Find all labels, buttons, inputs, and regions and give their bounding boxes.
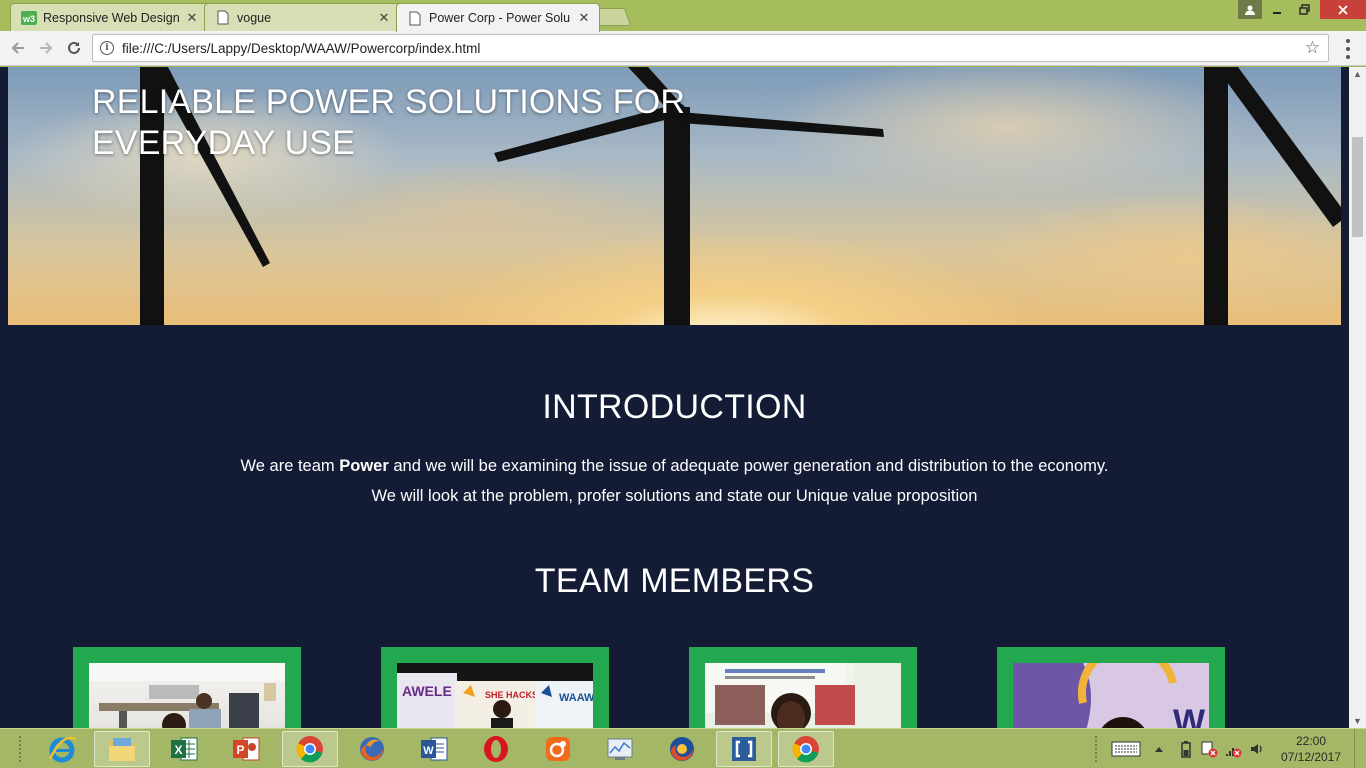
hero-banner: RELIABLE POWER SOLUTIONS FOR EVERYDAY US… [8,67,1341,325]
close-window-button[interactable] [1320,0,1366,19]
tray-gripper [1094,735,1098,763]
uc-browser-icon[interactable] [530,731,586,767]
svg-text:X: X [174,743,182,757]
team-member-card[interactable]: W [997,647,1225,728]
network-error-icon[interactable] [1198,729,1220,768]
file-explorer-icon[interactable] [94,731,150,767]
banner-text: WAAW [559,692,593,704]
member-photo: W [1013,663,1209,728]
page-scrollbar[interactable]: ▲ ▼ [1349,67,1366,728]
clock-time: 22:00 [1295,734,1327,748]
internet-explorer-icon[interactable] [34,731,90,767]
svg-text:W: W [423,745,434,757]
team-member-card[interactable]: AWELE SHE HACKS AFRICA WAAW [381,647,609,728]
svg-text:P: P [236,743,244,757]
svg-text:w3: w3 [22,14,35,24]
chrome-icon[interactable] [778,731,834,767]
team-member-card[interactable] [73,647,301,728]
clock-date: 07/12/2017 [1280,750,1342,764]
brackets-icon[interactable] [716,731,772,767]
tab-close-icon[interactable]: ✕ [185,10,199,26]
restore-button[interactable] [1290,0,1318,19]
tab-strip: w3 Responsive Web Design ✕ vogue ✕ Power… [0,0,1366,32]
reload-icon[interactable] [62,37,86,59]
star-icon[interactable]: ☆ [1305,38,1320,58]
hero-title: RELIABLE POWER SOLUTIONS FOR EVERYDAY US… [92,83,686,162]
member-photo [705,663,901,728]
tab-power-corp[interactable]: Power Corp - Power Solu ✕ [396,3,600,32]
member-photo: AWELE SHE HACKS AFRICA WAAW [397,663,593,728]
tab-responsive-web-design[interactable]: w3 Responsive Web Design ✕ [10,3,208,31]
volume-icon[interactable] [1246,729,1268,768]
page-icon [215,10,231,26]
page-icon [407,10,423,26]
system-monitor-icon[interactable] [592,731,648,767]
excel-icon[interactable]: X [156,731,212,767]
forward-arrow-icon[interactable] [34,37,58,59]
intro-line-2: We will look at the problem, profer solu… [371,487,978,505]
banner-text: AWELE [402,683,452,699]
tab-close-icon[interactable]: ✕ [577,10,591,26]
show-desktop-button[interactable] [1354,729,1366,768]
w3-icon: w3 [21,10,37,26]
tab-title: Power Corp - Power Solu [429,11,571,25]
battery-icon[interactable] [1176,729,1196,768]
scrollbar-thumb[interactable] [1352,137,1363,237]
info-icon[interactable]: i [100,41,114,55]
minimize-button[interactable] [1264,0,1290,19]
member-photo [89,663,285,728]
profile-icon[interactable] [1238,0,1262,19]
tray-expand-icon[interactable] [1150,729,1168,768]
firefox-icon[interactable] [344,731,400,767]
scroll-down-icon[interactable]: ▼ [1349,714,1366,728]
team-member-card[interactable] [689,647,917,728]
tab-vogue[interactable]: vogue ✕ [204,3,400,31]
banner-text: W [1173,703,1206,728]
intro-line-1: We are team Power and we will be examini… [240,457,1109,475]
tab-title: vogue [237,10,272,25]
back-arrow-icon[interactable] [6,37,30,59]
scroll-up-icon[interactable]: ▲ [1349,67,1366,81]
firefox-developer-icon[interactable] [654,731,710,767]
page-viewport: RELIABLE POWER SOLUTIONS FOR EVERYDAY US… [0,67,1349,728]
introduction-heading: INTRODUCTION [542,388,807,426]
tab-title: Responsive Web Design [43,10,180,25]
system-clock[interactable]: 22:00 07/12/2017 [1272,733,1350,765]
address-url: file:///C:/Users/Lappy/Desktop/WAAW/Powe… [122,40,481,56]
menu-dots-icon[interactable] [1340,39,1356,59]
keyboard-icon[interactable] [1108,729,1144,768]
browser-toolbar: i file:///C:/Users/Lappy/Desktop/WAAW/Po… [0,31,1366,66]
chrome-icon[interactable] [282,731,338,767]
windows-taskbar: X P W 22:00 07/12/2017 [0,728,1366,768]
tab-close-icon[interactable]: ✕ [377,10,391,26]
team-name: Power [339,457,389,475]
opera-icon[interactable] [468,731,524,767]
word-icon[interactable]: W [406,731,462,767]
powerpoint-icon[interactable]: P [218,731,274,767]
taskbar-gripper [18,735,22,763]
address-bar[interactable]: i file:///C:/Users/Lappy/Desktop/WAAW/Po… [92,34,1329,62]
team-members-heading: TEAM MEMBERS [534,562,815,600]
signal-error-icon[interactable] [1222,729,1244,768]
